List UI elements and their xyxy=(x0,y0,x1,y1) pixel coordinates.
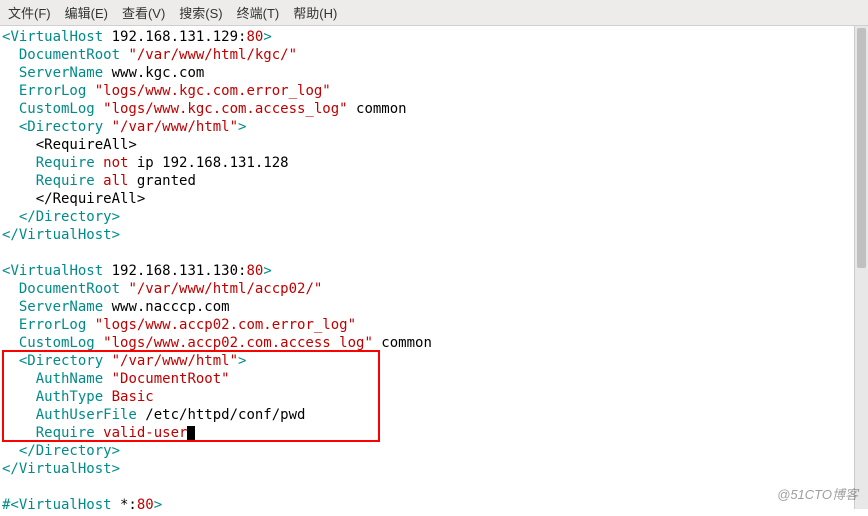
code-line: AuthName "DocumentRoot" xyxy=(0,370,868,388)
code-line: CustomLog "logs/www.accp02.com.access_lo… xyxy=(0,334,868,352)
code-line: DocumentRoot "/var/www/html/kgc/" xyxy=(0,46,868,64)
code-line: </Directory> xyxy=(0,442,868,460)
watermark: @51CTO博客 xyxy=(777,484,858,503)
code-line: DocumentRoot "/var/www/html/accp02/" xyxy=(0,280,868,298)
scroll-thumb[interactable] xyxy=(857,28,866,268)
code-line: AuthUserFile /etc/httpd/conf/pwd xyxy=(0,406,868,424)
code-line: </VirtualHost> xyxy=(0,460,868,478)
code-line xyxy=(0,478,868,496)
code-line: </RequireAll> xyxy=(0,190,868,208)
menu-terminal[interactable]: 终端(T) xyxy=(237,3,280,22)
code-line xyxy=(0,244,868,262)
code-line: <Directory "/var/www/html"> xyxy=(0,352,868,370)
code-line: <RequireAll> xyxy=(0,136,868,154)
code-line: Require valid-user xyxy=(0,424,868,442)
cursor xyxy=(187,426,195,441)
code-line: <Directory "/var/www/html"> xyxy=(0,118,868,136)
code-line: </Directory> xyxy=(0,208,868,226)
vertical-scrollbar[interactable] xyxy=(854,26,868,509)
code-line: CustomLog "logs/www.kgc.com.access_log" … xyxy=(0,100,868,118)
code-line: Require all granted xyxy=(0,172,868,190)
menu-help[interactable]: 帮助(H) xyxy=(293,3,337,22)
code-line: <VirtualHost 192.168.131.130:80> xyxy=(0,262,868,280)
code-line: ErrorLog "logs/www.accp02.com.error_log" xyxy=(0,316,868,334)
code-line: AuthType Basic xyxy=(0,388,868,406)
menubar: 文件(F) 编辑(E) 查看(V) 搜索(S) 终端(T) 帮助(H) xyxy=(0,0,868,26)
menu-view[interactable]: 查看(V) xyxy=(122,3,165,22)
code-line: #<VirtualHost *:80> xyxy=(0,496,868,514)
code-line: <VirtualHost 192.168.131.129:80> xyxy=(0,28,868,46)
code-line: </VirtualHost> xyxy=(0,226,868,244)
menu-file[interactable]: 文件(F) xyxy=(8,3,51,22)
menu-edit[interactable]: 编辑(E) xyxy=(65,3,108,22)
editor-area[interactable]: <VirtualHost 192.168.131.129:80> Documen… xyxy=(0,26,868,516)
code-line: ErrorLog "logs/www.kgc.com.error_log" xyxy=(0,82,868,100)
code-line: Require not ip 192.168.131.128 xyxy=(0,154,868,172)
code-line: ServerName www.nacccp.com xyxy=(0,298,868,316)
code-line: ServerName www.kgc.com xyxy=(0,64,868,82)
menu-search[interactable]: 搜索(S) xyxy=(179,3,222,22)
